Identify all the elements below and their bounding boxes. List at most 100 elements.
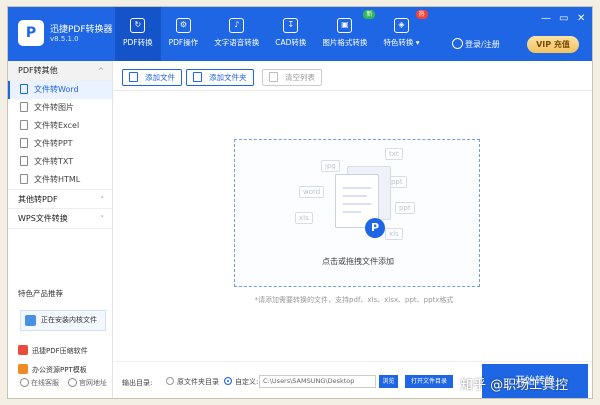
online-service-link[interactable]: 在线客服 — [20, 378, 59, 388]
top-nav: ↻ PDF转换 ⚙ PDF操作 ♪ 文字语音转换 ↧ CAD转换 新 ▣ 图片格… — [115, 7, 428, 61]
browse-button[interactable]: 浏览 — [379, 375, 398, 388]
new-badge: 新 — [363, 10, 376, 19]
nav-image-convert[interactable]: 新 ▣ 图片格式转换 — [314, 7, 376, 61]
download-icon: ↧ — [283, 18, 299, 33]
app-window: P 迅捷PDF转换器 v8.5.1.0 ↻ PDF转换 ⚙ PDF操作 ♪ 文字… — [7, 6, 593, 399]
output-path-field[interactable]: C:\Users\SAMSUNG\Desktop — [259, 375, 376, 388]
file-drop-zone[interactable]: jpg txt word xls ppt ppt xls P 点击或拖拽文件添加 — [234, 139, 480, 287]
watermark: 知乎 @职场工具控 — [460, 378, 569, 393]
app-name: 迅捷PDF转换器 — [50, 25, 113, 35]
sidebar-item-to-ppt[interactable]: 文件转PPT — [8, 135, 112, 153]
ghost-file-label: ppt — [395, 202, 415, 214]
radio-label: 原文件夹目录 — [177, 378, 219, 386]
login-button[interactable]: 登录/注册 — [452, 38, 500, 50]
login-label: 登录/注册 — [465, 40, 500, 49]
sidebar-section-other-to-pdf[interactable]: 其他转PDF ˅ — [8, 189, 112, 209]
add-folder-button[interactable]: 添加文件夹 — [186, 69, 254, 86]
minimize-icon[interactable]: — — [541, 14, 551, 24]
pdf-logo-icon: P — [365, 218, 385, 238]
sidebar-item-to-txt[interactable]: 文件转TXT — [8, 153, 112, 171]
nav-label: 特色转换 ▾ — [383, 38, 420, 47]
sidebar-section-wps[interactable]: WPS文件转换 ˅ — [8, 209, 112, 229]
title-bar: P 迅捷PDF转换器 v8.5.1.0 ↻ PDF转换 ⚙ PDF操作 ♪ 文字… — [8, 7, 592, 61]
nav-label: 文字语音转换 — [214, 38, 260, 47]
app-version: v8.5.1.0 — [50, 35, 79, 43]
output-dir-label: 输出目录: — [122, 379, 153, 387]
nav-special-convert[interactable]: 热 ◈ 特色转换 ▾ — [375, 7, 428, 61]
ghost-file-label: jpg — [321, 160, 340, 172]
promo-box-label: 正在安装内核文件 — [41, 316, 97, 324]
nav-cad-convert[interactable]: ↧ CAD转换 — [267, 7, 314, 61]
file-icon — [20, 120, 28, 130]
globe-icon — [68, 378, 77, 387]
compress-icon — [18, 345, 28, 355]
file-icon — [20, 174, 28, 184]
section-label: WPS文件转换 — [18, 214, 68, 223]
sidebar-item-to-word[interactable]: 文件转Word — [8, 81, 112, 99]
convert-icon: ↻ — [130, 18, 146, 33]
nav-pdf-convert[interactable]: ↻ PDF转换 — [115, 7, 161, 61]
nav-label: 图片格式转换 — [322, 38, 368, 47]
nav-text-speech[interactable]: ♪ 文字语音转换 — [206, 7, 267, 61]
sidebar-item-label: 文件转Word — [34, 85, 79, 94]
product-label: 迅捷PDF压缩软件 — [32, 347, 88, 355]
restore-icon[interactable]: ▭ — [559, 14, 568, 24]
close-icon[interactable]: ✕ — [577, 14, 585, 24]
website-link[interactable]: 官网地址 — [68, 378, 107, 388]
user-icon — [452, 38, 463, 49]
product-ppt-template[interactable]: 办公资源PPT模板 — [18, 364, 87, 375]
add-file-icon — [129, 72, 138, 82]
ghost-file-label: xls — [295, 212, 313, 224]
ppt-icon — [18, 364, 28, 374]
button-label: 清空列表 — [285, 73, 315, 82]
button-label: 添加文件夹 — [209, 73, 247, 82]
gear-icon: ⚙ — [175, 18, 191, 33]
section-label: 其他转PDF — [18, 195, 58, 204]
clear-list-button[interactable]: 清空列表 — [262, 69, 322, 86]
add-folder-icon — [193, 72, 202, 82]
sidebar-item-label: 文件转图片 — [34, 103, 74, 112]
add-file-button[interactable]: 添加文件 — [122, 69, 182, 86]
image-icon: ▣ — [337, 18, 353, 33]
file-icon — [20, 138, 28, 148]
sidebar-item-label: 文件转Excel — [34, 121, 80, 130]
ghost-file-label: txt — [385, 148, 403, 160]
radio-circle — [166, 377, 174, 385]
trash-icon — [269, 72, 278, 82]
sidebar-item-label: 文件转TXT — [34, 157, 74, 166]
radio-circle-selected — [224, 377, 232, 385]
sidebar-item-label: 文件转PPT — [34, 139, 73, 148]
sidebar-item-to-html[interactable]: 文件转HTML — [8, 171, 112, 189]
file-toolbar: 添加文件 添加文件夹 清空列表 — [114, 61, 592, 91]
link-label: 官网地址 — [79, 379, 107, 387]
radio-custom-folder[interactable]: 自定义: — [224, 377, 258, 387]
chevron-down-icon: ˅ — [100, 196, 105, 204]
supported-formats-hint: *请添加需要转换的文件，支持pdf、xls、xlsx、ppt、pptx格式 — [254, 296, 454, 304]
app-logo-icon: P — [18, 20, 44, 46]
nav-label: PDF操作 — [168, 38, 199, 47]
sidebar-section-pdf-to-other[interactable]: PDF转其他 ^ — [8, 61, 112, 81]
kernel-install-status[interactable]: 正在安装内核文件 — [20, 310, 106, 331]
audio-icon: ♪ — [229, 18, 245, 33]
chevron-up-icon: ^ — [98, 67, 104, 75]
nav-pdf-operate[interactable]: ⚙ PDF操作 — [161, 7, 207, 61]
sidebar-item-label: 文件转HTML — [34, 175, 81, 184]
promo-title: 特色产品推荐 — [18, 289, 63, 298]
open-folder-button[interactable]: 打开文件目录 — [405, 375, 453, 388]
main-panel: 添加文件 添加文件夹 清空列表 jpg txt word xls ppt ppt… — [114, 61, 592, 398]
radio-label: 自定义: — [235, 378, 259, 386]
sidebar-item-to-image[interactable]: 文件转图片 — [8, 99, 112, 117]
sidebar-item-to-excel[interactable]: 文件转Excel — [8, 117, 112, 135]
button-label: 添加文件 — [145, 73, 175, 82]
hot-badge: 热 — [415, 10, 428, 19]
ghost-file-label: word — [299, 186, 325, 198]
product-pdf-compress[interactable]: 迅捷PDF压缩软件 — [18, 345, 88, 356]
vip-recharge-button[interactable]: VIP 充值 — [527, 36, 579, 53]
sidebar: PDF转其他 ^ 文件转Word 文件转图片 文件转Excel 文件转PPT 文… — [8, 61, 113, 398]
ghost-file-label: xls — [385, 228, 403, 240]
file-icon — [20, 102, 28, 112]
radio-source-folder[interactable]: 原文件夹目录 — [166, 377, 219, 387]
drop-zone-text: 点击或拖拽文件添加 — [322, 257, 394, 266]
file-icon — [20, 84, 28, 94]
service-icon — [20, 378, 29, 387]
